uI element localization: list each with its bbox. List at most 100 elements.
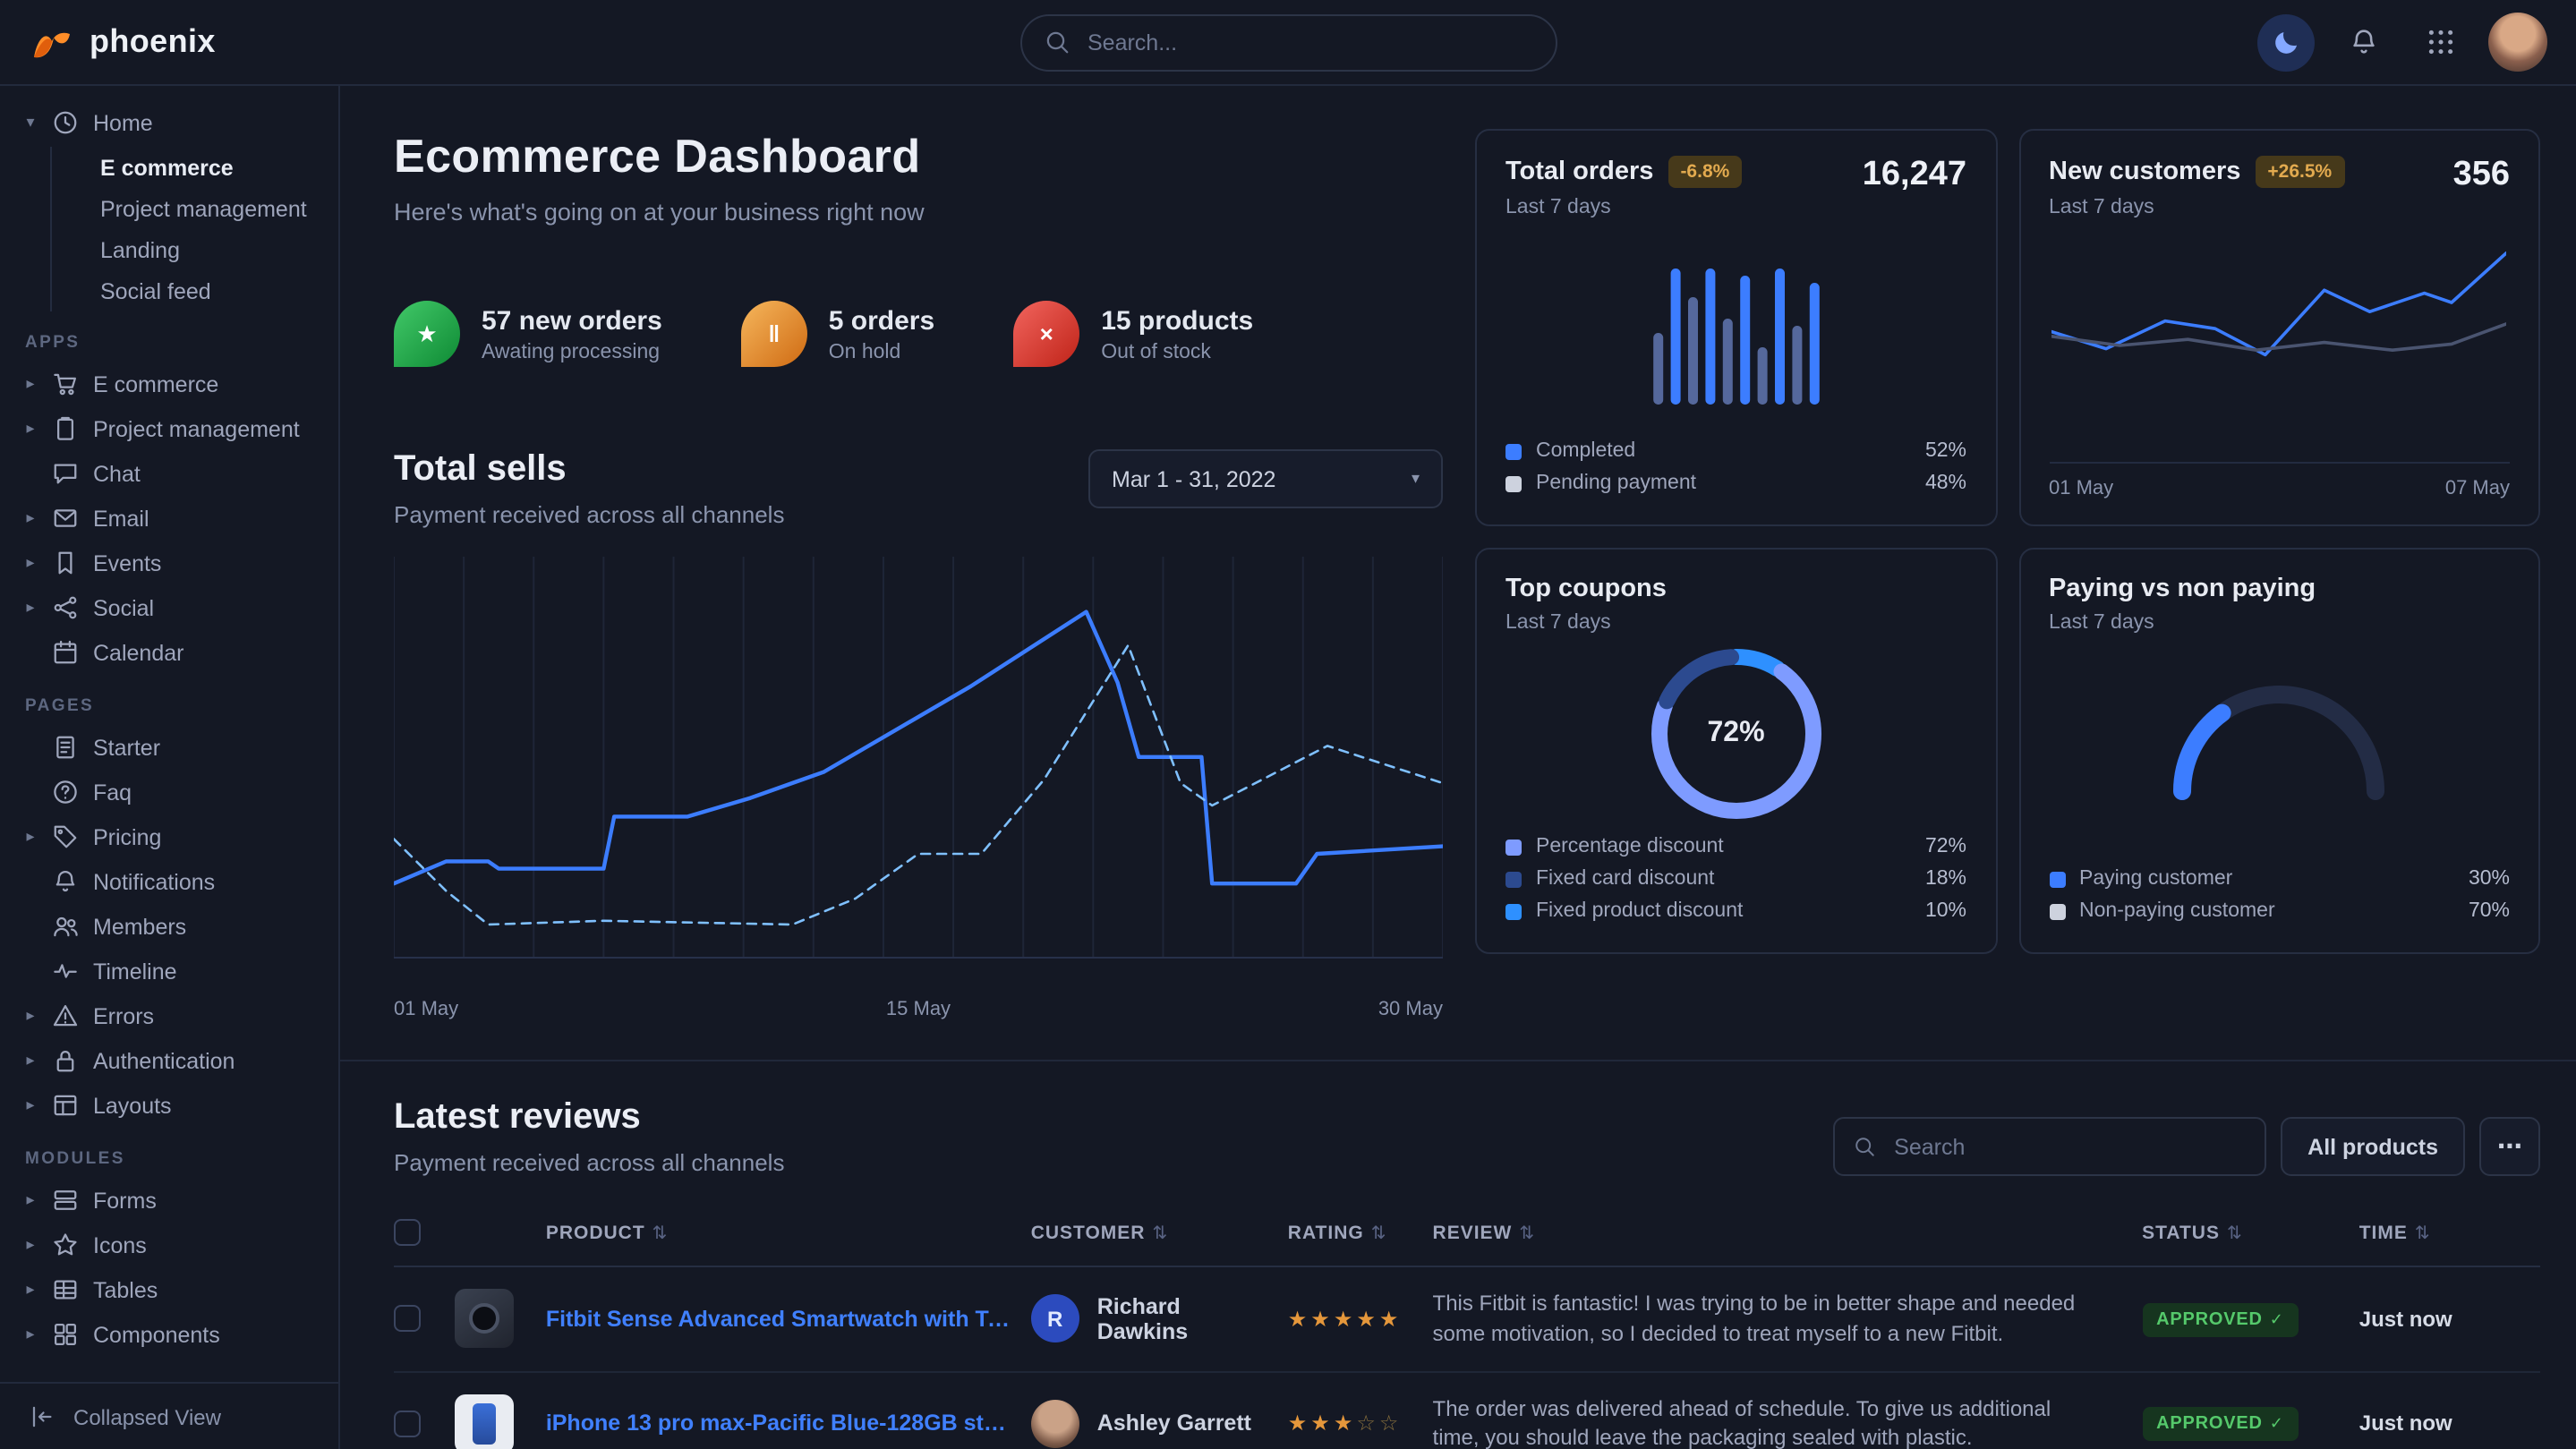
legend-label: Non-paying customer	[2079, 900, 2275, 922]
sidebar-item-authentication[interactable]: ▸Authentication	[14, 1038, 324, 1083]
reviews-search-input[interactable]	[1890, 1132, 2247, 1161]
sidebar-item-calendar[interactable]: Calendar	[14, 630, 324, 675]
legend-value: 70%	[2469, 900, 2510, 922]
sidebar-item-label: Home	[93, 110, 153, 135]
product-thumbnail-watch	[456, 1290, 515, 1349]
sidebar-item-components[interactable]: ▸Components	[14, 1312, 324, 1357]
sidebar-section-label-modules: MODULES	[25, 1149, 313, 1169]
close-icon: ×	[1013, 301, 1079, 367]
sidebar-item-e-commerce[interactable]: ▸E commerce	[14, 362, 324, 406]
column-header-status[interactable]: STATUS⇅	[2142, 1205, 2359, 1266]
sidebar-item-project-management[interactable]: Project management	[52, 188, 324, 229]
sidebar-item-email[interactable]: ▸Email	[14, 496, 324, 541]
total-orders-value: 16,247	[1863, 156, 1966, 195]
bell-icon	[2348, 27, 2378, 57]
empty-stars: ☆☆	[1356, 1411, 1402, 1436]
column-header-product[interactable]: PRODUCT⇅	[546, 1205, 1031, 1266]
legend-chip	[1506, 903, 1522, 919]
latest-reviews-section: Latest reviews Payment received across a…	[340, 1060, 2576, 1449]
question-icon	[52, 779, 81, 805]
row-checkbox[interactable]	[394, 1306, 421, 1333]
stat-caption: Awating processing	[482, 341, 662, 362]
sidebar-item-label: Events	[93, 550, 161, 575]
sidebar-item-e-commerce[interactable]: E commerce	[52, 147, 324, 188]
apps-menu-button[interactable]	[2411, 13, 2469, 71]
search-icon	[1043, 29, 1070, 55]
star-icon: ★	[394, 301, 460, 367]
global-search[interactable]	[1019, 13, 1557, 71]
product-link[interactable]: Fitbit Sense Advanced Smartwatch with To…	[546, 1307, 1017, 1332]
stat-value: 15 products	[1101, 305, 1253, 336]
sidebar-item-notifications[interactable]: Notifications	[14, 859, 324, 904]
kpi-cards: Total orders -6.8% Last 7 days 16,247 Co…	[1475, 129, 2540, 1020]
column-header-customer[interactable]: CUSTOMER⇅	[1031, 1205, 1288, 1266]
total-sells-x-axis: 01 May 15 May 30 May	[394, 999, 1443, 1020]
sidebar-item-timeline[interactable]: Timeline	[14, 949, 324, 993]
sidebar-item-chat[interactable]: Chat	[14, 451, 324, 496]
column-header-rating[interactable]: RATING⇅	[1288, 1205, 1433, 1266]
sidebar-item-label: Forms	[93, 1188, 157, 1213]
customer-cell: Ashley Garrett	[1031, 1400, 1274, 1448]
sidebar-item-label: Starter	[93, 735, 160, 760]
stat-text: 57 new ordersAwating processing	[482, 305, 662, 362]
collapsed-view-label: Collapsed View	[73, 1404, 221, 1429]
column-header-review[interactable]: REVIEW⇅	[1433, 1205, 2143, 1266]
more-options-button[interactable]: ⋯	[2479, 1117, 2540, 1176]
brand[interactable]: phoenix	[29, 21, 216, 64]
sidebar-item-icons[interactable]: ▸Icons	[14, 1223, 324, 1267]
sidebar-item-label: Notifications	[93, 869, 215, 894]
caret-right-icon: ▸	[21, 508, 39, 528]
sidebar-item-tables[interactable]: ▸Tables	[14, 1267, 324, 1312]
select-all-checkbox[interactable]	[394, 1219, 421, 1246]
axis-label: 01 May	[394, 999, 458, 1020]
notifications-button[interactable]	[2334, 13, 2392, 71]
sidebar-item-project-management[interactable]: ▸Project management	[14, 406, 324, 451]
sidebar-item-layouts[interactable]: ▸Layouts	[14, 1083, 324, 1128]
user-avatar[interactable]	[2488, 13, 2547, 72]
sidebar-item-pricing[interactable]: ▸Pricing	[14, 814, 324, 859]
caret-right-icon: ▸	[21, 1006, 39, 1026]
legend-chip	[2049, 871, 2065, 887]
theme-toggle-button[interactable]	[2257, 13, 2315, 71]
collapsed-view-toggle[interactable]: Collapsed View	[0, 1382, 338, 1449]
caret-right-icon: ▸	[21, 553, 39, 573]
total-orders-bar-chart	[1636, 250, 1837, 404]
caret-right-icon: ▸	[21, 1235, 39, 1255]
sidebar-item-starter[interactable]: Starter	[14, 725, 324, 770]
phoenix-logo-icon	[29, 21, 75, 64]
product-link[interactable]: iPhone 13 pro max-Pacific Blue-128GB sto…	[546, 1411, 1017, 1436]
legend-label: Paying customer	[2079, 868, 2232, 890]
caret-right-icon: ▸	[21, 374, 39, 394]
sidebar-item-forms[interactable]: ▸Forms	[14, 1178, 324, 1223]
customer-name: Ashley Garrett	[1097, 1411, 1251, 1436]
sidebar-item-faq[interactable]: Faq	[14, 770, 324, 814]
tag-icon	[52, 823, 81, 850]
sidebar-item-events[interactable]: ▸ Events	[14, 541, 324, 585]
sidebar-item-landing[interactable]: Landing	[52, 229, 324, 270]
total-sells-title: Total sells	[394, 449, 784, 490]
sidebar-item-social-feed[interactable]: Social feed	[52, 270, 324, 311]
all-products-button[interactable]: All products	[2281, 1117, 2465, 1176]
sidebar-item-members[interactable]: Members	[14, 904, 324, 949]
sidebar-item-home[interactable]: ▾ Home	[14, 100, 324, 145]
sidebar-item-label: Project management	[93, 416, 300, 441]
sidebar-item-social[interactable]: ▸Social	[14, 585, 324, 630]
reviews-search[interactable]	[1833, 1117, 2266, 1176]
check-icon: ✓	[2270, 1415, 2284, 1435]
form-icon	[52, 1187, 81, 1214]
sidebar-item-errors[interactable]: ▸Errors	[14, 993, 324, 1038]
date-range-select[interactable]: Mar 1 - 31, 2022 ▾	[1088, 449, 1443, 508]
legend-chip	[1506, 443, 1522, 459]
column-header-time[interactable]: TIME⇅	[2359, 1205, 2540, 1266]
review-time: Just now	[2359, 1411, 2526, 1436]
reviews-controls: All products ⋯	[1833, 1117, 2540, 1176]
stat-text: 5 ordersOn hold	[829, 305, 934, 362]
global-search-input[interactable]	[1084, 28, 1533, 56]
caret-down-icon: ▾	[21, 113, 39, 132]
axis-label: 30 May	[1378, 999, 1443, 1020]
total-sells-chart: 01 May 15 May 30 May	[394, 557, 1443, 1020]
new-customers-value: 356	[2453, 156, 2510, 195]
row-checkbox[interactable]	[394, 1411, 421, 1437]
sort-icon: ⇅	[653, 1223, 669, 1243]
layout-icon	[52, 1092, 81, 1119]
